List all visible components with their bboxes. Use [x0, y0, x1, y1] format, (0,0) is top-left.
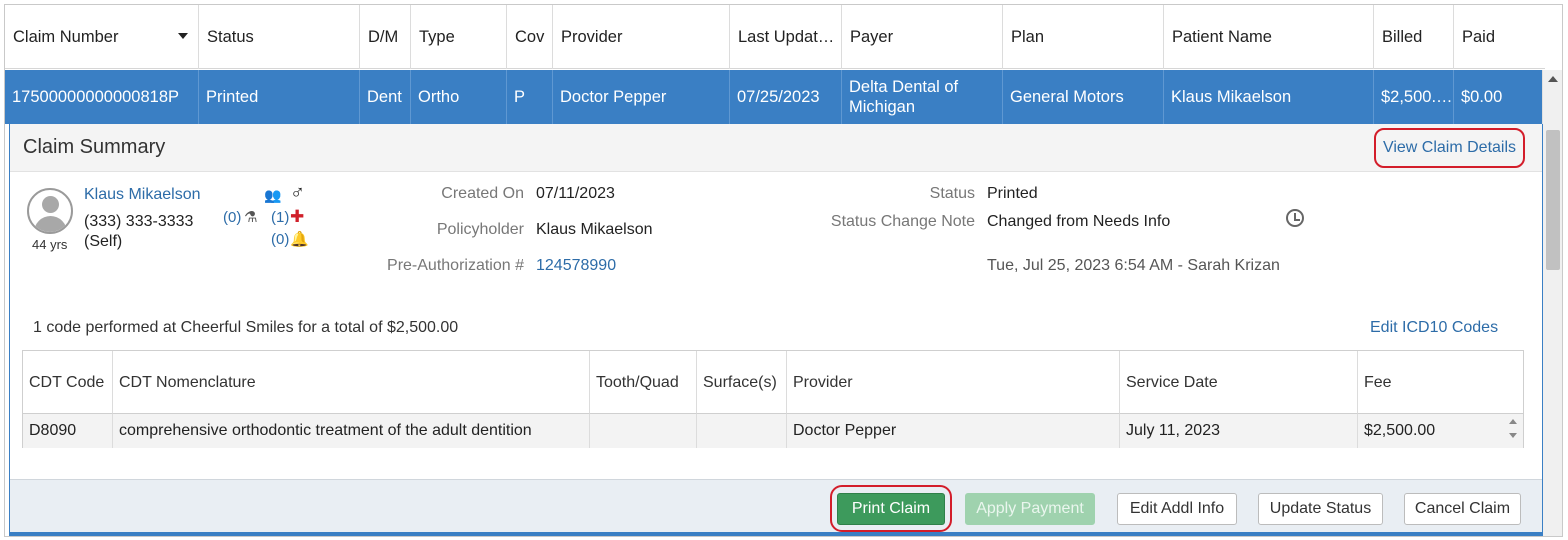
column-header-dm[interactable]: D/M — [360, 5, 411, 69]
update-status-button[interactable]: Update Status — [1258, 493, 1383, 525]
cell-provider: Doctor Pepper — [553, 70, 730, 124]
vertical-scrollbar[interactable] — [1542, 70, 1562, 536]
codes-header-fee[interactable]: Fee — [1358, 351, 1523, 414]
column-header-status[interactable]: Status — [199, 5, 360, 69]
codes-cell-fee: $2,500.00 — [1358, 414, 1523, 448]
claim-summary-title: Claim Summary — [23, 136, 166, 158]
column-header-paid[interactable]: Paid — [1454, 5, 1545, 69]
codes-header-service-date[interactable]: Service Date — [1120, 351, 1358, 414]
column-header-plan[interactable]: Plan — [1003, 5, 1164, 69]
notification-count[interactable]: (0) — [271, 231, 289, 248]
patient-name-link[interactable]: Klaus Mikaelson — [84, 186, 201, 204]
codes-header-provider[interactable]: Provider — [787, 351, 1120, 414]
column-header-label: Claim Number — [13, 28, 119, 46]
policyholder-label: Policyholder — [436, 221, 524, 238]
codes-header-cdt-code[interactable]: CDT Code — [23, 351, 113, 414]
table-scroll-icon[interactable] — [1509, 419, 1519, 443]
cell-paid: $0.00 — [1461, 87, 1503, 106]
male-gender-icon: ♂ — [290, 182, 305, 204]
procedure-codes-table: CDT Code CDT Nomenclature Tooth/Quad Sur… — [22, 350, 1524, 448]
column-header-billed[interactable]: Billed — [1374, 5, 1454, 69]
codes-cell-tooth-quad — [590, 414, 697, 448]
cell-status: Printed — [199, 70, 360, 124]
scrollbar-thumb[interactable] — [1546, 130, 1560, 270]
cell-last-updated: 07/25/2023 — [730, 70, 842, 124]
cell-claim-number: 17500000000000818P — [5, 70, 199, 124]
history-icon[interactable] — [1286, 209, 1304, 227]
scroll-up-icon[interactable] — [1548, 76, 1558, 82]
medical-alert-cross-icon[interactable]: ✚ — [290, 207, 304, 227]
claim-actions-footer: Print Claim Apply Payment Edit Addl Info… — [10, 479, 1542, 532]
column-header-type[interactable]: Type — [411, 5, 507, 69]
grid-header: Claim Number Status D/M Type Cov Provide… — [5, 5, 1545, 69]
column-header-provider[interactable]: Provider — [553, 5, 730, 69]
claims-grid: Claim Number Status D/M Type Cov Provide… — [4, 4, 1563, 537]
edit-addl-info-button[interactable]: Edit Addl Info — [1117, 493, 1237, 525]
lab-count[interactable]: (0) — [223, 209, 241, 226]
claim-summary-panel: Claim Summary View Claim Details 44 yrs … — [9, 124, 1543, 536]
sort-desc-icon[interactable] — [178, 33, 188, 39]
claim-row-selected[interactable]: 17500000000000818P Printed Dent Ortho P … — [5, 70, 1543, 124]
medical-alert-count[interactable]: (1) — [271, 209, 289, 226]
print-claim-button[interactable]: Print Claim — [837, 493, 945, 525]
cell-dm: Dent — [360, 70, 411, 124]
status-label: Status — [929, 185, 975, 202]
column-header-cov[interactable]: Cov — [507, 5, 553, 69]
preauth-label: Pre-Authorization # — [387, 257, 524, 274]
cell-plan: General Motors — [1003, 70, 1164, 124]
column-header-claim-number[interactable]: Claim Number — [5, 5, 199, 69]
codes-cell-surfaces — [697, 414, 787, 448]
preauth-value-link[interactable]: 124578990 — [536, 257, 616, 275]
cell-payer: Delta Dental of Michigan — [842, 70, 1003, 124]
status-timestamp: Tue, Jul 25, 2023 6:54 AM - Sarah Krizan — [987, 257, 1280, 274]
cell-patient-name: Klaus Mikaelson — [1164, 70, 1374, 124]
policyholder-value: Klaus Mikaelson — [536, 221, 653, 238]
codes-cell-nomenclature: comprehensive orthodontic treatment of t… — [113, 414, 590, 448]
patient-phone: (333) 333-3333 — [84, 213, 194, 230]
column-header-patient-name[interactable]: Patient Name — [1164, 5, 1374, 69]
column-header-last-updated[interactable]: Last Updat… — [730, 5, 842, 69]
edit-icd10-codes-link[interactable]: Edit ICD10 Codes — [1370, 319, 1498, 337]
avatar — [27, 188, 73, 234]
lab-flask-icon[interactable]: ⚗ — [244, 208, 257, 226]
codes-cell-cdt-code: D8090 — [23, 414, 113, 448]
codes-summary-text: 1 code performed at Cheerful Smiles for … — [33, 319, 459, 336]
codes-cell-service-date: July 11, 2023 — [1120, 414, 1358, 448]
patient-age: 44 yrs — [32, 237, 68, 252]
status-change-note-label: Status Change Note — [830, 213, 975, 230]
status-value: Printed — [987, 185, 1038, 202]
codes-header-surfaces[interactable]: Surface(s) — [697, 351, 787, 414]
bell-icon[interactable]: 🔔 — [290, 230, 309, 248]
claim-summary-body: 44 yrs Klaus Mikaelson (333) 333-3333 (S… — [10, 171, 1542, 479]
codes-header-nomenclature[interactable]: CDT Nomenclature — [113, 351, 590, 414]
view-claim-details-link[interactable]: View Claim Details — [1374, 128, 1525, 168]
cancel-claim-button[interactable]: Cancel Claim — [1404, 493, 1521, 525]
column-header-payer[interactable]: Payer — [842, 5, 1003, 69]
cell-cov: P — [507, 70, 553, 124]
created-on-label: Created On — [441, 185, 524, 202]
status-change-note-value: Changed from Needs Info — [987, 213, 1171, 230]
cell-billed: $2,500.… — [1374, 70, 1454, 124]
codes-header-tooth-quad[interactable]: Tooth/Quad — [590, 351, 697, 414]
cell-type: Ortho — [411, 70, 507, 124]
guardian-icon[interactable]: 👥 — [264, 187, 281, 204]
patient-relation: (Self) — [84, 233, 123, 250]
created-on-value: 07/11/2023 — [536, 185, 615, 202]
apply-payment-button[interactable]: Apply Payment — [965, 493, 1095, 525]
codes-cell-provider: Doctor Pepper — [787, 414, 1120, 448]
